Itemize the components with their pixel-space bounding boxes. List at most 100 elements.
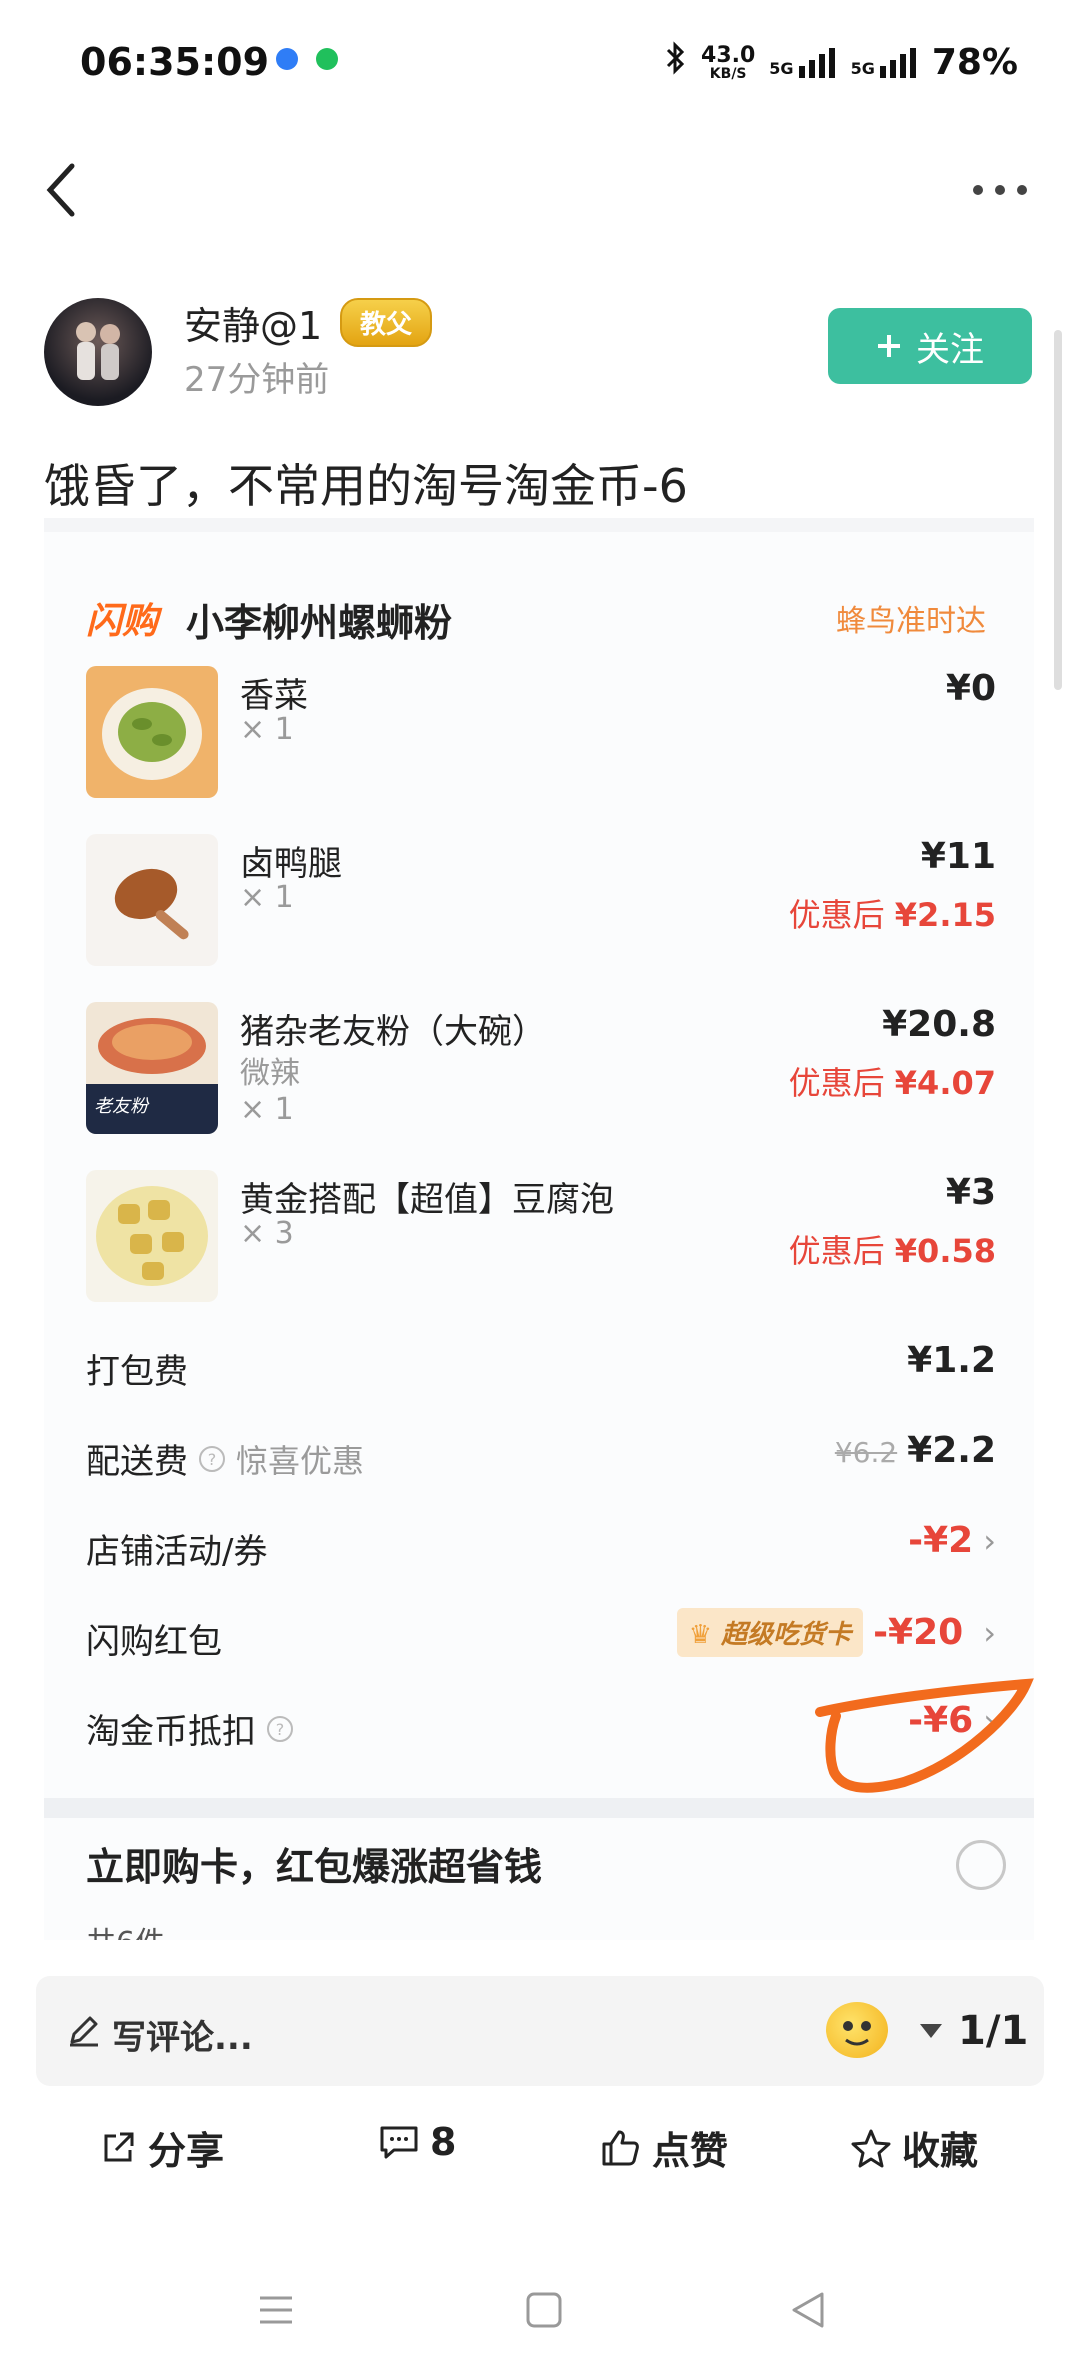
comment-icon — [380, 2126, 418, 2159]
pencil-icon — [70, 2016, 98, 2047]
item-qty: × 3 — [240, 1216, 294, 1251]
store-coupon-value: -¥2 — [908, 1520, 974, 1561]
item-discount-price: 优惠后 ¥2.15 — [788, 896, 996, 934]
home-nav-icon[interactable] — [524, 2290, 564, 2330]
order-card: 闪购 小李柳州螺蛳粉 蜂鸟准时达 香菜 × 1 ¥0 卤鸭腿 × 1 ¥11 优… — [44, 532, 1034, 1808]
collect-button[interactable]: 收藏 — [850, 2120, 978, 2175]
handwritten-circle-annotation — [815, 1678, 1034, 1793]
follow-label: 关注 — [916, 329, 984, 370]
signal-icon-2: 5G — [851, 47, 918, 78]
red-packet-value: -¥20 — [873, 1612, 964, 1653]
delivery-fee-new: ¥2.2 — [907, 1430, 996, 1471]
post-time: 27分钟前 — [184, 360, 330, 400]
svg-text:?: ? — [276, 1720, 285, 1739]
app-notification-icon — [276, 48, 298, 70]
item-name: 猪杂老友粉（大碗） — [240, 1012, 546, 1052]
star-icon — [851, 2129, 891, 2167]
page-indicator-text: 1/1 — [958, 2008, 1029, 2054]
delivery-fee-value: ¥6.2 ¥2.2 — [835, 1430, 996, 1471]
item-spec: 微辣 — [240, 1056, 300, 1091]
coin-deduction-label: 淘金币抵扣 — [86, 1712, 256, 1752]
avatar-image — [76, 322, 120, 380]
red-packet-row[interactable]: ♛ 超级吃货卡 -¥20 › — [676, 1608, 996, 1657]
triangle-down-icon — [920, 2024, 942, 2038]
more-dots-icon — [973, 185, 1027, 195]
page-indicator[interactable]: 1/1 — [918, 2008, 1028, 2054]
menu-nav-icon[interactable] — [256, 2290, 296, 2330]
chevron-right-icon: › — [983, 1613, 996, 1652]
like-button[interactable]: 点赞 — [600, 2120, 728, 2175]
packing-fee-value: ¥1.2 — [907, 1340, 996, 1381]
follow-button[interactable]: 关注 — [828, 308, 1032, 384]
delivery-fee-tag: 惊喜优惠 — [236, 1441, 365, 1480]
item-image-caption: 老友粉 — [94, 1096, 148, 1117]
brand-logo: 闪购 — [86, 601, 159, 642]
crown-icon: ♛ — [688, 1620, 713, 1650]
comment-input[interactable]: 写评论... — [112, 2010, 253, 2059]
comments-button[interactable]: 8 — [378, 2120, 456, 2164]
help-icon[interactable]: ? — [266, 1715, 294, 1743]
collect-label: 收藏 — [902, 2129, 979, 2173]
item-discount-price: 优惠后 ¥4.07 — [788, 1064, 996, 1102]
bluetooth-icon — [665, 40, 687, 85]
status-icons: 43.0 KB/S 5G 5G 78% — [665, 40, 1018, 85]
comments-count: 8 — [430, 2120, 457, 2164]
item-qty: × 1 — [240, 1092, 294, 1127]
item-image-noodle-bowl: 老友粉 — [86, 1002, 218, 1134]
scrollbar[interactable] — [1054, 330, 1062, 690]
item-price: ¥20.8 — [882, 1004, 996, 1045]
author-badge: 教父 — [340, 298, 433, 347]
emoji-icon[interactable] — [826, 2002, 888, 2058]
delivery-fee-row: 配送费 ? 惊喜优惠 — [86, 1434, 364, 1483]
item-name: 香菜 — [240, 676, 308, 716]
post-image[interactable]: 闪购 小李柳州螺蛳粉 蜂鸟准时达 香菜 × 1 ¥0 卤鸭腿 × 1 ¥11 优… — [44, 518, 1034, 1940]
signal-icon: 5G — [769, 47, 836, 78]
like-label: 点赞 — [652, 2129, 729, 2173]
shop-name: 小李柳州螺蛳粉 — [186, 601, 453, 645]
back-button[interactable] — [40, 160, 90, 220]
item-name: 卤鸭腿 — [240, 844, 342, 884]
item-qty: × 1 — [240, 712, 294, 747]
status-app-icons — [276, 48, 338, 70]
packing-fee-label: 打包费 — [86, 1352, 188, 1392]
promo-radio[interactable] — [956, 1840, 1006, 1890]
chevron-right-icon: › — [983, 1521, 996, 1560]
battery-level: 78% — [931, 42, 1018, 83]
share-icon — [104, 2132, 134, 2161]
item-price: ¥11 — [920, 836, 996, 877]
thumbs-up-icon — [602, 2130, 639, 2165]
item-discount-price: 优惠后 ¥0.58 — [788, 1232, 996, 1270]
chevron-left-icon — [46, 163, 75, 217]
network-speed: 43.0 KB/S — [701, 42, 756, 82]
more-button[interactable] — [970, 170, 1030, 210]
plus-icon — [878, 335, 900, 357]
share-button[interactable]: 分享 — [98, 2120, 224, 2175]
help-icon[interactable]: ? — [198, 1445, 226, 1473]
svg-text:?: ? — [208, 1450, 217, 1469]
store-coupon-row[interactable]: -¥2 › — [908, 1520, 996, 1561]
status-time: 06:35:09 — [80, 40, 270, 84]
back-nav-icon[interactable] — [788, 2290, 828, 2330]
item-qty: × 1 — [240, 880, 294, 915]
super-foodie-card-tag: ♛ 超级吃货卡 — [676, 1608, 864, 1657]
store-coupon-label: 店铺活动/券 — [86, 1532, 268, 1572]
post-title: 饿昏了，不常用的淘号淘金币-6 — [44, 459, 688, 513]
item-image-duck-leg — [86, 834, 218, 966]
message-notification-icon — [316, 48, 338, 70]
item-price: ¥3 — [945, 1172, 996, 1213]
coin-deduction-row: 淘金币抵扣 ? — [86, 1704, 294, 1753]
avatar[interactable] — [44, 298, 152, 406]
author-name[interactable]: 安静@1 — [184, 295, 322, 350]
item-image-coriander — [86, 666, 218, 798]
item-image-tofu-puffs — [86, 1170, 218, 1302]
delivery-tag: 蜂鸟准时达 — [836, 604, 986, 639]
item-count-cut: 共6件 — [86, 1918, 165, 1940]
share-label: 分享 — [148, 2129, 225, 2173]
item-price: ¥0 — [945, 668, 996, 709]
item-name: 黄金搭配【超值】豆腐泡 — [240, 1180, 614, 1220]
card-divider — [44, 1798, 1034, 1818]
delivery-fee-old: ¥6.2 — [834, 1436, 898, 1469]
promo-title: 立即购卡，红包爆涨超省钱 — [86, 1845, 543, 1889]
delivery-fee-label: 配送费 — [86, 1442, 188, 1482]
red-packet-label: 闪购红包 — [86, 1622, 222, 1662]
